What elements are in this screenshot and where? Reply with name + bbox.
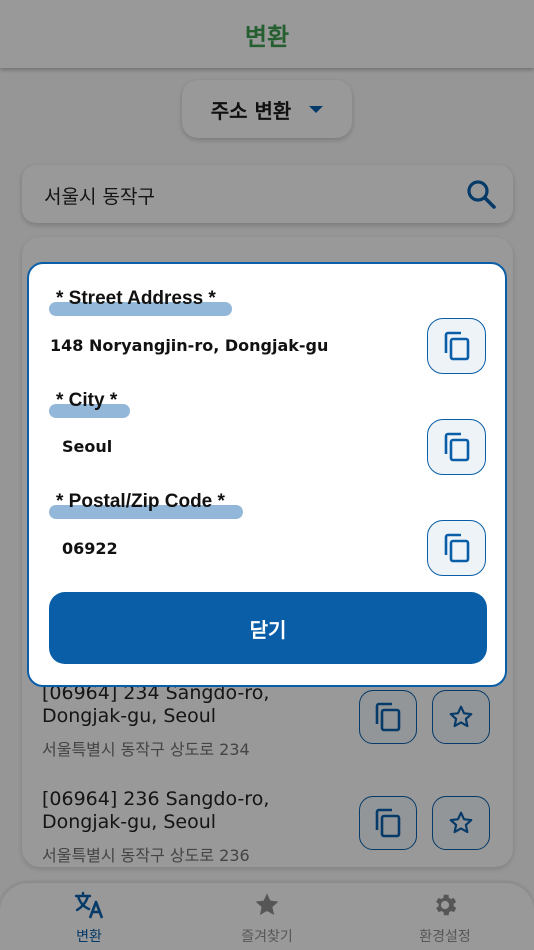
copy-street-address-button[interactable] xyxy=(427,318,486,374)
city-label-group: * City * xyxy=(49,390,130,418)
copy-icon xyxy=(444,331,469,361)
city-label: * City * xyxy=(56,390,118,411)
postal-code-label-group: * Postal/Zip Code * xyxy=(49,491,243,519)
copy-city-button[interactable] xyxy=(427,419,486,475)
close-button[interactable]: 닫기 xyxy=(49,592,487,664)
city-value: Seoul xyxy=(62,437,113,456)
street-address-label-group: * Street Address * xyxy=(49,288,232,316)
copy-icon xyxy=(444,533,469,563)
copy-icon xyxy=(444,432,469,462)
postal-code-value: 06922 xyxy=(62,539,118,558)
address-detail-dialog: * Street Address * 148 Noryangjin-ro, Do… xyxy=(27,262,507,687)
street-address-label: * Street Address * xyxy=(56,288,216,309)
postal-code-label: * Postal/Zip Code * xyxy=(56,491,225,512)
copy-postal-code-button[interactable] xyxy=(427,520,486,576)
street-address-value: 148 Noryangjin-ro, Dongjak-gu xyxy=(50,336,329,355)
